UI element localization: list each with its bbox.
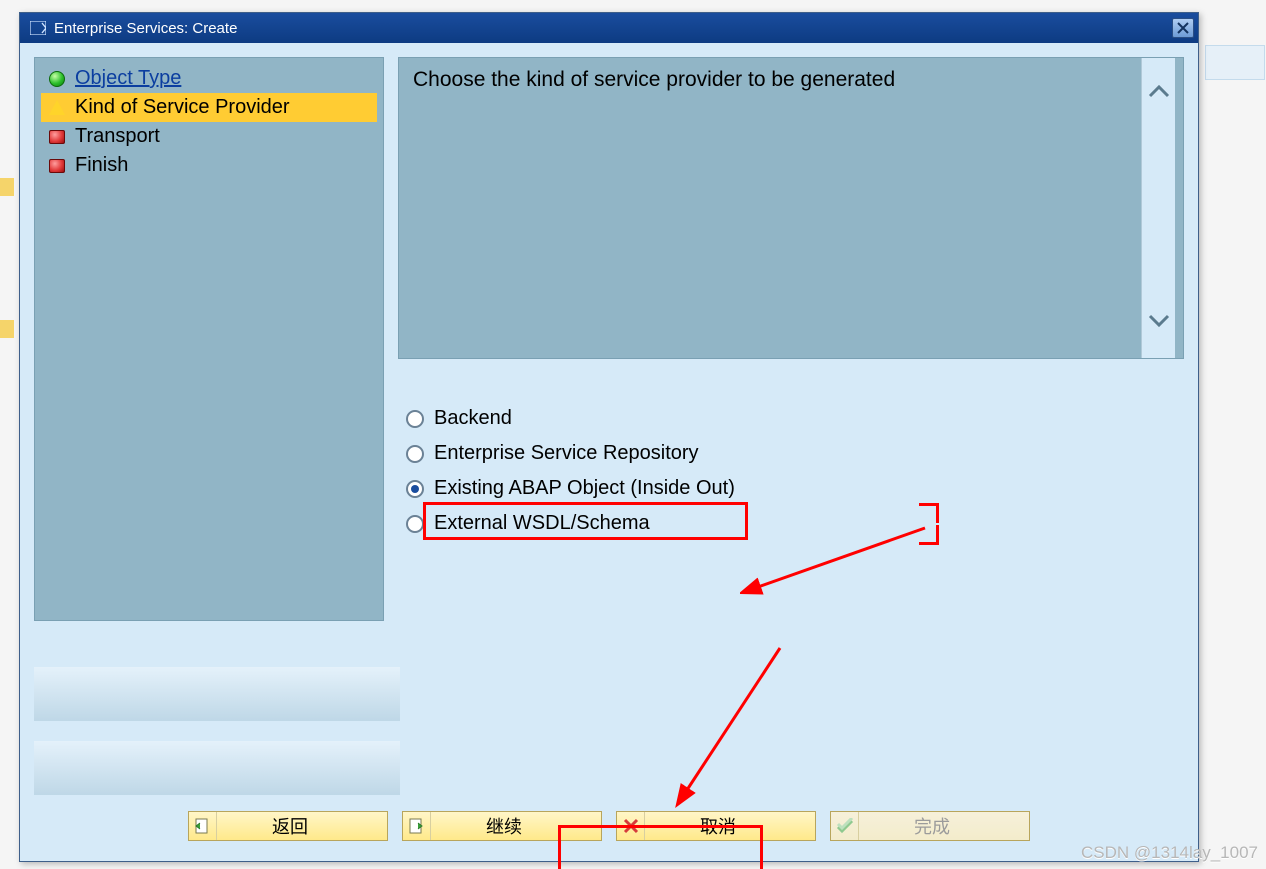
wizard-step-object-type[interactable]: Object Type — [41, 64, 377, 93]
wizard-buttons: 返回 继续 取消 完成 — [34, 807, 1184, 853]
option-esr[interactable]: Enterprise Service Repository — [402, 436, 1184, 471]
finish-button: 完成 — [830, 811, 1030, 841]
continue-button[interactable]: 继续 — [402, 811, 602, 841]
annotation-arrow — [740, 518, 940, 618]
radio-input[interactable] — [406, 515, 424, 533]
step-label: Transport — [75, 125, 160, 148]
instruction-scrollbar — [1141, 58, 1175, 358]
background-decoration — [1205, 45, 1265, 80]
wizard-step-transport[interactable]: Transport — [41, 122, 377, 151]
background-decoration — [34, 667, 400, 721]
cancel-icon — [617, 812, 645, 840]
status-current-icon — [49, 100, 65, 115]
titlebar: Enterprise Services: Create — [20, 13, 1198, 43]
wizard-step-kind[interactable]: Kind of Service Provider — [41, 93, 377, 122]
option-label: Backend — [434, 407, 512, 430]
option-existing-abap[interactable]: Existing ABAP Object (Inside Out) — [402, 471, 1184, 506]
close-icon — [1177, 22, 1189, 34]
instruction-text: Choose the kind of service provider to b… — [413, 68, 895, 91]
radio-input[interactable] — [406, 410, 424, 428]
background-decoration — [0, 178, 14, 196]
option-backend[interactable]: Backend — [402, 401, 1184, 436]
window-title: Enterprise Services: Create — [54, 20, 237, 37]
chevron-up-icon — [1148, 84, 1170, 100]
dialog-body: Object Type Kind of Service Provider Tra… — [20, 43, 1198, 861]
status-pending-icon — [49, 159, 65, 173]
back-icon — [189, 812, 217, 840]
button-label: 完成 — [859, 813, 1029, 839]
radio-input[interactable] — [406, 480, 424, 498]
background-decoration — [0, 320, 14, 338]
instruction-pane: Choose the kind of service provider to b… — [398, 57, 1184, 359]
button-label: 返回 — [217, 813, 387, 839]
background-decoration — [34, 741, 400, 795]
annotation-arrow — [660, 643, 800, 813]
option-label: Enterprise Service Repository — [434, 442, 699, 465]
step-label: Kind of Service Provider — [75, 96, 290, 119]
option-label: Existing ABAP Object (Inside Out) — [434, 477, 735, 500]
window-icon — [28, 18, 48, 38]
wizard-dialog: Enterprise Services: Create Object Type … — [19, 12, 1199, 862]
option-label: External WSDL/Schema — [434, 512, 650, 535]
status-done-icon — [49, 71, 65, 87]
button-label: 继续 — [431, 813, 601, 839]
cancel-button[interactable]: 取消 — [616, 811, 816, 841]
finish-icon — [831, 812, 859, 840]
radio-input[interactable] — [406, 445, 424, 463]
chevron-down-icon — [1148, 312, 1170, 328]
scroll-down-button[interactable] — [1148, 310, 1170, 334]
back-button[interactable]: 返回 — [188, 811, 388, 841]
button-label: 取消 — [645, 813, 815, 839]
wizard-step-finish[interactable]: Finish — [41, 151, 377, 180]
close-button[interactable] — [1172, 18, 1194, 38]
wizard-steps-pane: Object Type Kind of Service Provider Tra… — [34, 57, 384, 621]
continue-icon — [403, 812, 431, 840]
status-pending-icon — [49, 130, 65, 144]
scroll-up-button[interactable] — [1148, 82, 1170, 106]
step-label: Finish — [75, 154, 128, 177]
step-label: Object Type — [75, 67, 181, 90]
